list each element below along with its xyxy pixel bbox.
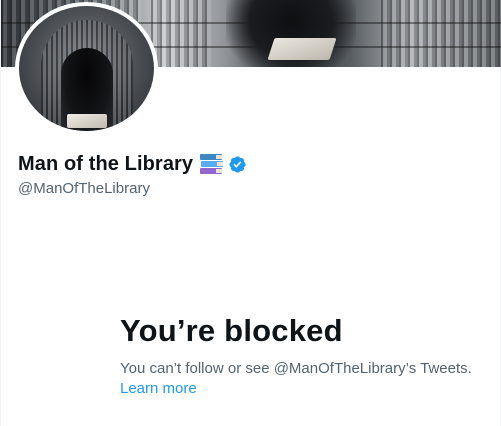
avatar-open-book [67, 114, 107, 128]
profile-handle: @ManOfTheLibrary [18, 180, 150, 197]
avatar[interactable] [19, 6, 154, 131]
profile-page: Man of the Library @ManOfTheLibrary You’… [0, 0, 501, 426]
verified-badge-icon[interactable] [228, 155, 247, 174]
learn-more-link[interactable]: Learn more [120, 380, 197, 397]
books-emoji-icon [200, 153, 224, 175]
profile-name-row: Man of the Library [18, 151, 247, 177]
blocked-title: You’re blocked [120, 313, 343, 348]
banner-bookshelf-middle [151, 0, 211, 67]
banner-bookshelf-right [381, 0, 501, 67]
avatar-border[interactable] [15, 2, 158, 135]
blocked-message: You can’t follow or see @ManOfTheLibrary… [120, 360, 472, 377]
banner-open-book [267, 38, 337, 60]
display-name: Man of the Library [18, 152, 194, 175]
